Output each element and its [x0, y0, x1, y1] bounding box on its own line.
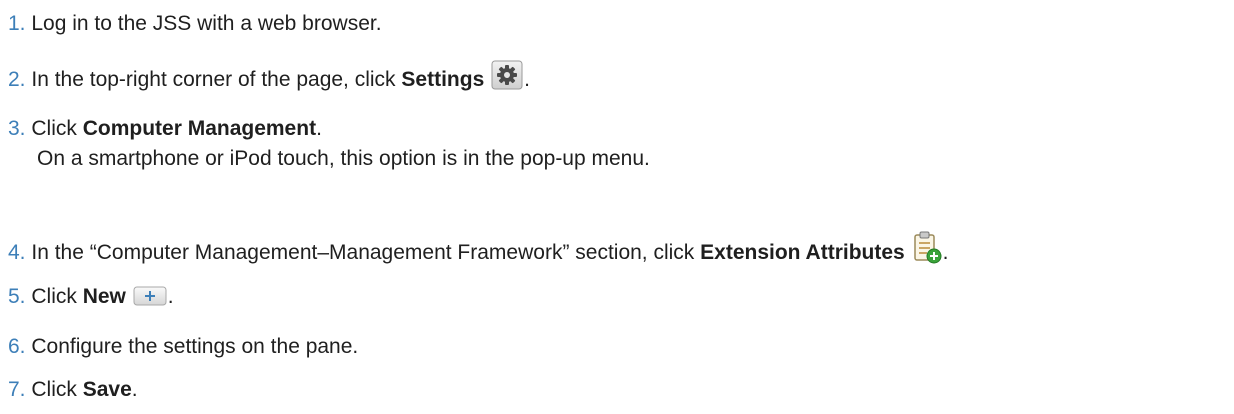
step-text-end: .	[524, 68, 530, 91]
step-text-end: .	[316, 117, 322, 140]
step-5: 5. Click New .	[8, 283, 174, 314]
clipboard-add-icon	[912, 230, 942, 272]
step-number: 4.	[8, 241, 26, 264]
ui-term-settings: Settings	[401, 68, 485, 91]
gear-icon	[491, 60, 523, 98]
step-text: Configure the settings on the pane.	[31, 335, 359, 358]
step-1: 1. Log in to the JSS with a web browser.	[8, 10, 382, 38]
step-note: On a smartphone or iPod touch, this opti…	[37, 147, 650, 170]
step-number: 6.	[8, 335, 26, 358]
step-text-end: .	[167, 285, 174, 308]
step-4: 4. In the “Computer Management–Managemen…	[8, 230, 948, 272]
ui-term-computer-management: Computer Management	[82, 117, 317, 140]
step-number: 7.	[8, 378, 26, 401]
step-6: 6. Configure the settings on the pane.	[8, 333, 358, 361]
ui-term-new: New	[82, 285, 126, 308]
step-number: 5.	[8, 285, 26, 308]
ui-term-extension-attributes: Extension Attributes	[700, 241, 905, 264]
step-text: In the “Computer Management–Management F…	[31, 241, 701, 264]
step-text: Click	[31, 285, 83, 308]
step-number: 1.	[8, 12, 26, 35]
step-text-end: .	[131, 378, 138, 401]
step-7: 7. Click Save.	[8, 376, 138, 404]
step-text: Click	[31, 378, 83, 401]
step-3: 3. Click Computer Management. On a smart…	[8, 115, 650, 173]
step-2: 2. In the top-right corner of the page, …	[8, 60, 530, 98]
ui-term-save: Save	[82, 378, 132, 401]
step-text: In the top-right corner of the page, cli…	[31, 68, 402, 91]
step-text: Click	[31, 117, 83, 140]
step-number: 3.	[8, 117, 26, 140]
step-number: 2.	[8, 68, 26, 91]
plus-button-icon	[133, 286, 167, 314]
step-text: Log in to the JSS with a web browser.	[31, 12, 382, 35]
step-text-end: .	[942, 241, 949, 264]
